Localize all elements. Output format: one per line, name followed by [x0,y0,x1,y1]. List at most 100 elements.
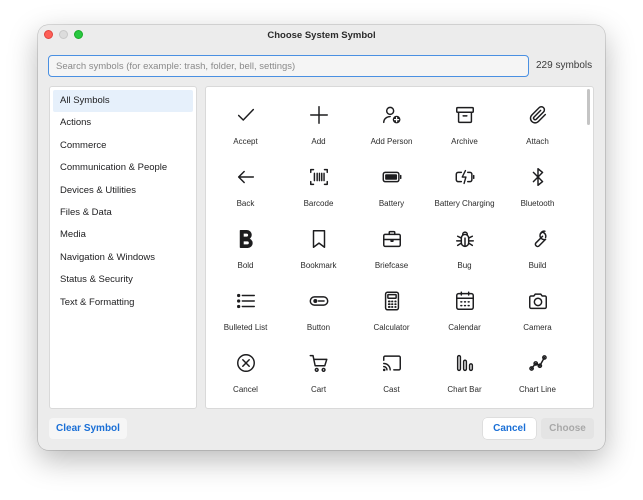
camera-icon [527,285,549,317]
battery-charging-icon [454,161,476,193]
symbol-cell-button[interactable]: Button [282,285,355,347]
symbol-label: Battery Charging [434,199,495,208]
sidebar-item-all-symbols[interactable]: All Symbols [53,90,193,113]
minimize-window-button[interactable] [59,30,68,39]
choose-symbol-dialog: Choose System Symbol 229 symbols All Sym… [38,25,605,450]
symbol-label: Button [306,323,331,332]
symbol-cell-briefcase[interactable]: Briefcase [355,223,428,285]
symbol-cell-calculator[interactable]: Calculator [355,285,428,347]
sidebar-item-actions[interactable]: Actions [53,112,193,134]
symbol-cell-cast[interactable]: Cast [355,347,428,408]
symbol-cell-cancel[interactable]: Cancel [209,347,282,408]
scrollbar-thumb[interactable] [587,89,590,125]
title-bar: Choose System Symbol [38,25,605,45]
symbol-label: Bookmark [300,261,337,270]
clear-symbol-button[interactable]: Clear Symbol [49,418,127,439]
symbol-grid-panel[interactable]: Accept Add Add Person Archive Attach Back Barc… [205,86,594,409]
window-controls [44,30,83,39]
symbol-label: Chart Line [519,385,556,394]
symbol-label: Cancel [233,385,258,394]
symbol-cell-attach[interactable]: Attach [501,99,574,161]
symbol-cell-bluetooth[interactable]: Bluetooth [501,161,574,223]
sidebar-item-text-formatting[interactable]: Text & Formatting [53,292,193,314]
sidebar-item-commerce[interactable]: Commerce [53,135,193,157]
symbol-cell-bookmark[interactable]: Bookmark [282,223,355,285]
symbol-cell-add[interactable]: Add [282,99,355,161]
symbol-cell-battery[interactable]: Battery [355,161,428,223]
calendar-icon [454,285,476,317]
sidebar-item-communication-people[interactable]: Communication & People [53,157,193,179]
wrench-icon [527,223,549,255]
symbol-label: Calendar [448,323,481,332]
sidebar-item-devices-utilities[interactable]: Devices & Utilities [53,180,193,202]
symbol-label: Calculator [373,323,410,332]
cancel-circle-icon [235,347,257,379]
symbol-cell-back[interactable]: Back [209,161,282,223]
calculator-icon [381,285,403,317]
cast-icon [381,347,403,379]
chart-bar-icon [454,347,476,379]
symbol-label: Bug [457,261,472,270]
symbol-label: Bold [237,261,254,270]
sidebar-item-status-security[interactable]: Status & Security [53,269,193,291]
search-input[interactable] [48,55,529,77]
symbol-label: Camera [523,323,552,332]
symbol-grid: Accept Add Add Person Archive Attach Back Barc… [209,99,574,408]
bold-icon [235,223,257,255]
symbol-cell-chart-bar[interactable]: Chart Bar [428,347,501,408]
zoom-window-button[interactable] [74,30,83,39]
close-window-button[interactable] [44,30,53,39]
sidebar-item-navigation-windows[interactable]: Navigation & Windows [53,247,193,269]
symbol-label: Bluetooth [520,199,555,208]
symbol-label: Add [311,137,326,146]
category-sidebar: All Symbols Actions Commerce Communication … [49,86,197,409]
symbol-label: Chart Bar [447,385,482,394]
symbol-label: Accept [233,137,258,146]
symbol-cell-bulleted-list[interactable]: Bulleted List [209,285,282,347]
symbol-label: Barcode [303,199,334,208]
battery-icon [381,161,403,193]
symbol-label: Add Person [370,137,413,146]
symbol-count: 229 symbols [536,60,593,71]
symbol-cell-bug[interactable]: Bug [428,223,501,285]
archive-icon [454,99,476,131]
sidebar-item-media[interactable]: Media [53,224,193,246]
symbol-label: Cart [310,385,327,394]
symbol-cell-battery-charging[interactable]: Battery Charging [428,161,501,223]
symbol-label: Attach [526,137,549,146]
barcode-icon [308,161,330,193]
cancel-button[interactable]: Cancel [483,418,536,439]
plus-icon [308,99,330,131]
symbol-cell-camera[interactable]: Camera [501,285,574,347]
bookmark-icon [308,223,330,255]
button-icon [308,285,330,317]
briefcase-icon [381,223,403,255]
symbol-cell-bold[interactable]: Bold [209,223,282,285]
choose-button[interactable]: Choose [541,418,594,439]
symbol-label: Archive [451,137,478,146]
bulleted-list-icon [235,285,257,317]
symbol-label: Battery [378,199,405,208]
symbol-cell-cart[interactable]: Cart [282,347,355,408]
check-icon [235,99,257,131]
sidebar-item-files-data[interactable]: Files & Data [53,202,193,224]
bluetooth-icon [527,161,549,193]
symbol-label: Cast [383,385,400,394]
cart-icon [308,347,330,379]
bug-icon [454,223,476,255]
chart-line-icon [527,347,549,379]
window-title: Choose System Symbol [267,29,376,41]
symbol-cell-add-person[interactable]: Add Person [355,99,428,161]
symbol-label: Build [528,261,547,270]
paperclip-icon [527,99,549,131]
add-person-icon [381,99,403,131]
symbol-cell-accept[interactable]: Accept [209,99,282,161]
symbol-cell-calendar[interactable]: Calendar [428,285,501,347]
symbol-cell-barcode[interactable]: Barcode [282,161,355,223]
symbol-label: Bulleted List [223,323,268,332]
symbol-cell-build[interactable]: Build [501,223,574,285]
symbol-cell-chart-line[interactable]: Chart Line [501,347,574,408]
symbol-label: Briefcase [374,261,409,270]
symbol-label: Back [236,199,255,208]
symbol-cell-archive[interactable]: Archive [428,99,501,161]
